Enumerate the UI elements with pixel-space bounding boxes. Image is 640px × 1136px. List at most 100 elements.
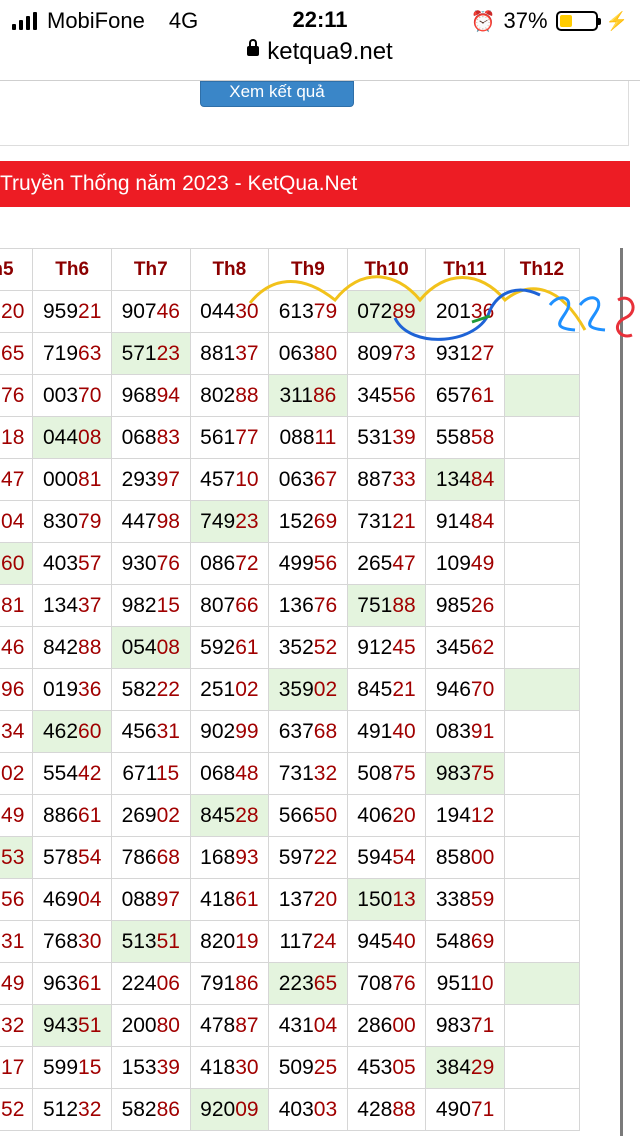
tail-digits: 04 (1, 509, 25, 533)
url-text: ketqua9.net (267, 38, 393, 65)
tail-digits: 56 (313, 551, 338, 575)
result-cell: 04430 (189, 290, 270, 333)
tail-digits: 33 (392, 467, 416, 491)
result-cell (503, 710, 581, 753)
head-digits: 708 (357, 971, 393, 995)
tail-digits: 65 (313, 971, 338, 995)
result-cell: 40620 (346, 794, 427, 837)
head-digits: 830 (42, 509, 79, 533)
result-cell: 42888 (346, 1088, 427, 1131)
table-row: 20 95921 90746 04430 61379 07289 20136 (0, 290, 581, 333)
tail-digits: 37 (78, 593, 102, 617)
head-digits: 845 (200, 803, 236, 827)
tail-digits: 23 (235, 509, 259, 533)
head-digits: 886 (42, 803, 79, 827)
tail-digits: 28 (235, 803, 259, 827)
result-cell: 00370 (32, 374, 112, 417)
tail-digits: 20 (313, 887, 338, 911)
head-digits: 137 (278, 887, 314, 911)
tail-digits: 61 (470, 383, 495, 407)
result-cell: 47887 (189, 1004, 270, 1047)
tail-digits: 94 (156, 383, 180, 407)
result-cell: 56 (0, 878, 34, 921)
head-digits: 000 (42, 467, 79, 491)
result-cell (503, 1046, 581, 1089)
tail-digits: 20 (392, 803, 416, 827)
result-cell (503, 668, 581, 711)
result-cell: 50925 (268, 1046, 348, 1089)
address-bar[interactable]: ketqua9.net (0, 38, 640, 72)
result-cell: 95921 (32, 290, 112, 333)
tail-digits: 10 (235, 467, 259, 491)
tail-digits: 71 (470, 1097, 495, 1121)
result-cell: 94351 (32, 1004, 112, 1047)
head-digits: 985 (435, 593, 471, 617)
result-cell: 41830 (189, 1046, 270, 1089)
result-cell: 15269 (268, 500, 348, 543)
head-digits: 311 (279, 383, 313, 407)
charging-icon: ⚡ (605, 10, 628, 31)
result-cell: 98371 (425, 1004, 505, 1047)
result-cell: 29397 (110, 458, 191, 501)
result-cell (503, 332, 581, 375)
head-digits: 920 (200, 1097, 236, 1121)
head-digits: 359 (278, 677, 314, 701)
result-cell: 90299 (189, 710, 270, 753)
table-body: 20 95921 90746 04430 61379 07289 20136 65 71963 5… (0, 290, 581, 1131)
result-cell: 45305 (346, 1046, 427, 1089)
tail-digits: 24 (312, 929, 337, 953)
tail-digits: 23 (156, 341, 180, 365)
result-cell: 95110 (425, 962, 505, 1005)
result-cell: 13484 (425, 458, 505, 501)
result-cell: 65761 (425, 374, 505, 417)
head-digits: 083 (435, 719, 471, 743)
table-row: 49 96361 22406 79186 22365 70876 95110 (0, 962, 581, 1005)
tail-digits: 02 (313, 677, 338, 701)
result-cell (503, 794, 581, 837)
result-cell: 16893 (189, 836, 270, 879)
result-cell: 61379 (268, 290, 348, 333)
head-digits: 286 (357, 1013, 393, 1037)
head-digits: 117 (279, 929, 313, 953)
head-digits: 194 (435, 803, 471, 827)
tail-digits: 69 (470, 929, 495, 953)
column-header-th8: Th8 (189, 248, 270, 291)
view-results-button[interactable]: Xem kết quả (200, 81, 354, 107)
tail-digits: 91 (470, 719, 495, 743)
result-cell: 25102 (189, 668, 270, 711)
result-cell: 98375 (425, 752, 505, 795)
result-cell: 47 (0, 458, 34, 501)
tail-digits: 42 (78, 761, 102, 785)
tail-digits: 59 (470, 887, 495, 911)
result-cell: 91484 (425, 500, 505, 543)
result-cell: 94540 (346, 920, 427, 963)
result-cell: 78668 (110, 836, 191, 879)
head-digits: 959 (42, 299, 79, 323)
column-header-th7: Th7 (110, 248, 191, 291)
tail-digits: 76 (313, 593, 338, 617)
results-table-container[interactable]: Th5Th6Th7Th8Th9Th10Th11Th12 209592190746… (0, 248, 623, 1136)
result-cell: 13676 (268, 584, 348, 627)
result-cell: 84521 (346, 668, 427, 711)
head-digits: 345 (357, 383, 393, 407)
tail-digits: 75 (392, 761, 416, 785)
tail-digits: 86 (312, 383, 337, 407)
head-digits: 912 (357, 635, 393, 659)
result-cell: 53 (0, 836, 34, 879)
tail-digits: 68 (156, 845, 180, 869)
tail-digits: 76 (1, 383, 25, 407)
tail-digits: 79 (313, 299, 338, 323)
result-cell: 60 (0, 542, 34, 585)
tail-digits: 58 (470, 425, 495, 449)
tail-digits: 08 (156, 635, 180, 659)
head-digits: 462 (42, 719, 79, 743)
head-digits: 469 (42, 887, 79, 911)
result-cell: 15339 (110, 1046, 191, 1089)
result-cell: 13720 (268, 878, 348, 921)
result-cell: 34 (0, 710, 34, 753)
result-cell: 18 (0, 416, 34, 459)
tail-digits: 22 (156, 677, 180, 701)
result-cell: 88733 (346, 458, 427, 501)
result-cell (503, 836, 581, 879)
head-digits: 902 (200, 719, 236, 743)
